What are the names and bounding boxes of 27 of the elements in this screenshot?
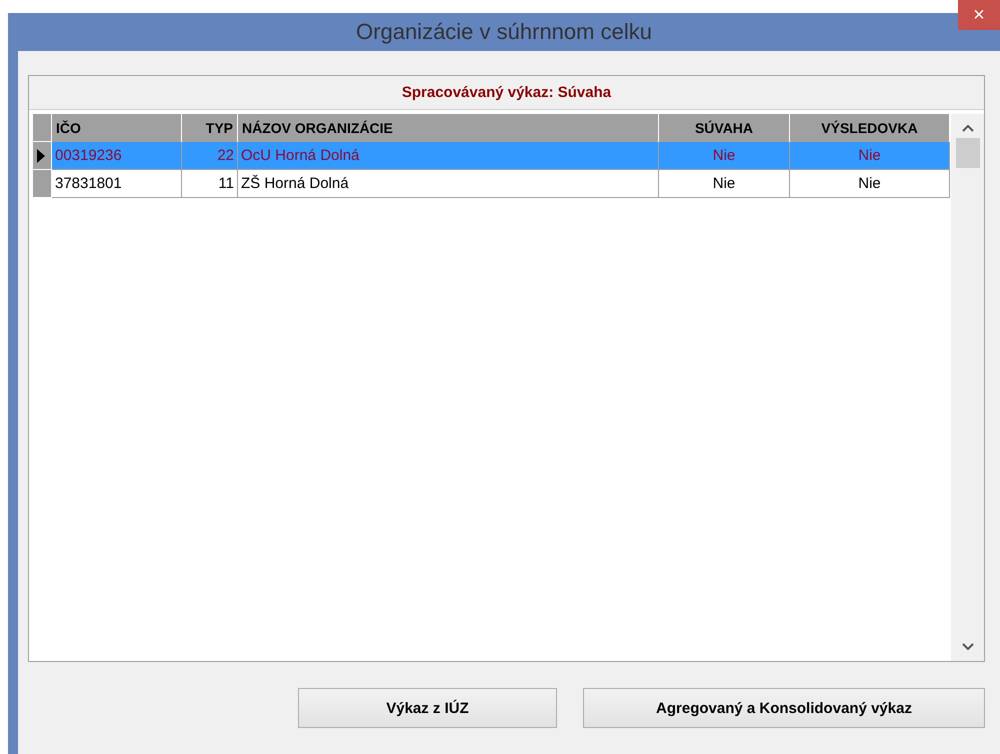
row-indicator[interactable] [33,142,52,170]
current-row-icon [37,148,45,162]
table-cell: Nie [659,142,790,170]
row-indicator-header [33,114,52,142]
column-header[interactable]: VÝSLEDOVKA [790,114,950,142]
table-cell: Nie [790,142,950,170]
column-header[interactable]: IČO [52,114,182,142]
table-cell: 00319236 [52,142,182,170]
scrollbar[interactable] [951,114,984,661]
window-title: Organizácie v súhrnnom celku [356,19,652,45]
action-button[interactable]: Výkaz z IÚZ [298,688,557,728]
column-header[interactable]: SÚVAHA [659,114,790,142]
table-cell: 22 [182,142,238,170]
table-cell: OcU Horná Dolná [238,142,659,170]
column-header[interactable]: NÁZOV ORGANIZÁCIE [238,114,659,142]
table-cell: Nie [790,170,950,198]
table-cell: 11 [182,170,238,198]
scroll-up-icon[interactable] [962,124,974,132]
column-header[interactable]: TYP [182,114,238,142]
action-button[interactable]: Agregovaný a Konsolidovaný výkaz [583,688,985,728]
scroll-down-icon[interactable] [962,643,974,651]
table-cell: ZŠ Horná Dolná [238,170,659,198]
close-button[interactable]: × [958,0,1000,30]
table-cell: Nie [659,170,790,198]
report-caption: Spracovávaný výkaz: Súvaha [402,84,612,101]
table-cell: 37831801 [52,170,182,198]
scroll-thumb[interactable] [956,138,980,168]
